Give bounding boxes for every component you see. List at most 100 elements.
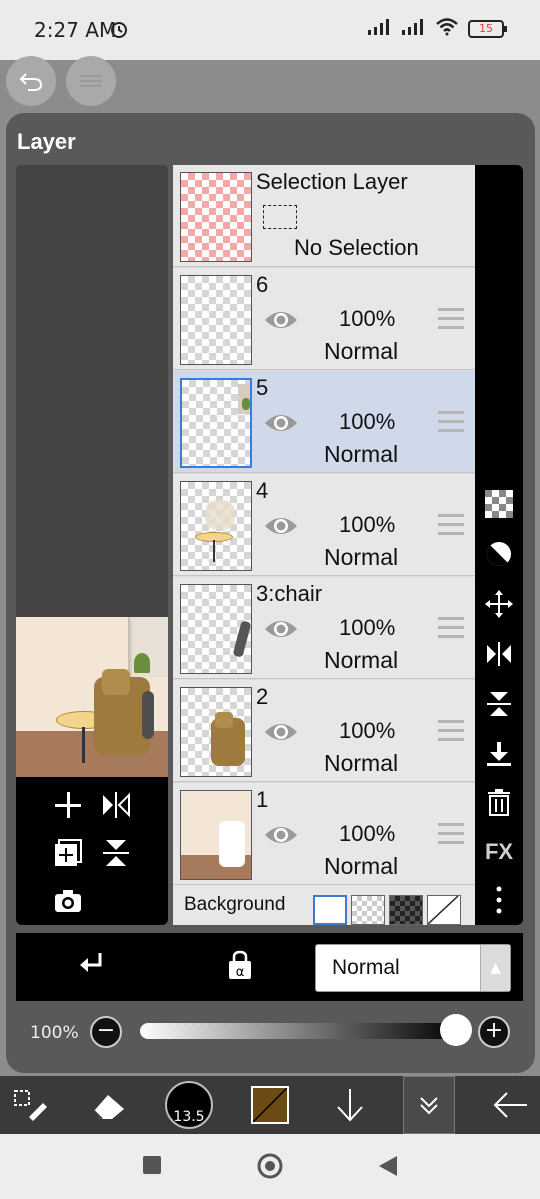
contrast-icon [486,542,511,567]
layer-list: Selection Layer No Selection 6 100% Norm… [173,165,475,925]
canvas-preview-column [16,165,168,925]
drag-handle-icon[interactable] [438,617,464,641]
color-picker-button[interactable] [250,1082,290,1128]
layer-blend-mode: Normal [324,544,399,570]
layer-row-selected[interactable]: 5 100% Normal [173,371,475,473]
selection-marquee-icon [263,205,297,229]
more-vertical-icon [496,886,502,914]
layer-opacity: 100% [339,615,396,640]
layer-row[interactable]: 6 100% Normal [173,268,475,370]
layer-row[interactable]: 4 100% Normal [173,474,475,576]
layer-name: 6 [256,272,269,297]
system-back-button[interactable] [377,1154,399,1182]
drag-handle-icon[interactable] [438,823,464,847]
move-button[interactable] [484,589,514,619]
eraser-tool-button[interactable] [86,1082,132,1128]
visibility-eye-icon[interactable] [263,617,299,641]
background-transparent-dark-option[interactable] [389,895,423,925]
undo-button[interactable] [6,56,56,106]
background-row: Background [173,885,475,925]
arrow-down-icon [337,1089,363,1122]
layer-blend-mode: Normal [324,750,399,776]
layer-name: 2 [256,684,269,709]
opacity-slider-knob[interactable] [440,1014,472,1046]
collapse-panel-button[interactable] [403,1076,455,1134]
signal-icon [402,19,426,39]
opacity-decrease-button[interactable]: − [90,1016,122,1048]
import-button[interactable] [484,739,514,769]
layer-down-button[interactable] [330,1082,370,1128]
alpha-lock-button[interactable]: α [226,949,254,985]
brush-size-button[interactable]: 13.5 [164,1081,214,1129]
wifi-icon [436,18,458,40]
flip-button[interactable] [484,639,514,669]
layer-row[interactable]: 1 100% Normal [173,783,475,885]
home-button[interactable] [256,1152,284,1184]
layer-blend-mode: Normal [324,853,399,879]
background-transparent-light-option[interactable] [351,895,385,925]
visibility-eye-icon[interactable] [263,411,299,435]
visibility-eye-icon[interactable] [263,720,299,744]
merge-button[interactable] [484,689,514,719]
visibility-eye-icon[interactable] [263,823,299,847]
merge-icon [487,692,511,716]
opacity-increase-button[interactable]: + [478,1016,510,1048]
duplicate-icon [55,839,82,866]
move-icon [485,590,513,618]
brush-preview: 13.5 [165,1081,213,1129]
fx-button[interactable]: FX [484,837,514,867]
back-button[interactable] [488,1082,532,1128]
layer-opacity: 100% [339,409,396,434]
layer-row[interactable]: 3:chair 100% Normal [173,577,475,679]
delete-layer-button[interactable] [484,787,514,817]
svg-text:α: α [236,965,245,980]
drag-handle-icon[interactable] [438,720,464,744]
chevron-up-icon: ▲ [480,945,510,991]
selection-layer-row[interactable]: Selection Layer No Selection [173,165,475,267]
add-layer-button[interactable] [48,785,88,825]
invert-button[interactable] [484,539,514,569]
more-options-button[interactable] [484,885,514,915]
layer-tool-grid [16,777,168,925]
layer-panel: Layer Selection Layer No Selection 6 100… [6,113,535,1073]
recents-button[interactable] [141,1154,163,1180]
layer-blend-mode: Normal [324,338,399,364]
background-white-option[interactable] [313,895,347,925]
layer-blend-mode: Normal [324,441,399,467]
merge-down-button[interactable] [96,833,136,873]
layer-row[interactable]: 2 100% Normal [173,680,475,782]
redo-button[interactable] [66,56,116,106]
checkerboard-icon [485,490,513,518]
layer-thumbnail [180,687,252,777]
camera-icon [55,890,81,912]
clipping-button[interactable] [78,951,106,985]
blend-mode-select[interactable]: Normal ▲ [315,944,511,992]
opacity-slider[interactable] [140,1023,460,1039]
transform-icon [14,1090,47,1121]
drag-handle-icon[interactable] [438,411,464,435]
system-nav-bar [0,1134,540,1199]
status-time: 2:27 AM [34,18,117,42]
drag-handle-icon[interactable] [438,514,464,538]
background-none-option[interactable] [427,895,461,925]
clipping-arrow-icon [80,953,102,972]
duplicate-layer-button[interactable] [48,833,88,873]
drag-handle-icon[interactable] [438,308,464,332]
transform-tool-button[interactable] [8,1082,54,1128]
arrow-left-icon [493,1092,527,1118]
flip-horizontal-icon [487,642,511,666]
layer-blend-mode: Normal [324,647,399,673]
flip-horizontal-button[interactable] [96,785,136,825]
opacity-value: 100% [30,1023,79,1043]
canvas-preview[interactable] [16,617,168,777]
layer-side-toolbar: FX [475,165,523,925]
camera-button[interactable] [48,881,88,921]
visibility-eye-icon[interactable] [263,514,299,538]
merge-icon [103,840,129,866]
visibility-eye-icon[interactable] [263,308,299,332]
selection-status: No Selection [294,235,419,260]
lock-icon: α [229,950,251,980]
transparency-checker-button[interactable] [484,489,514,519]
eraser-icon [93,1095,124,1120]
brush-size-value: 13.5 [173,1109,205,1125]
